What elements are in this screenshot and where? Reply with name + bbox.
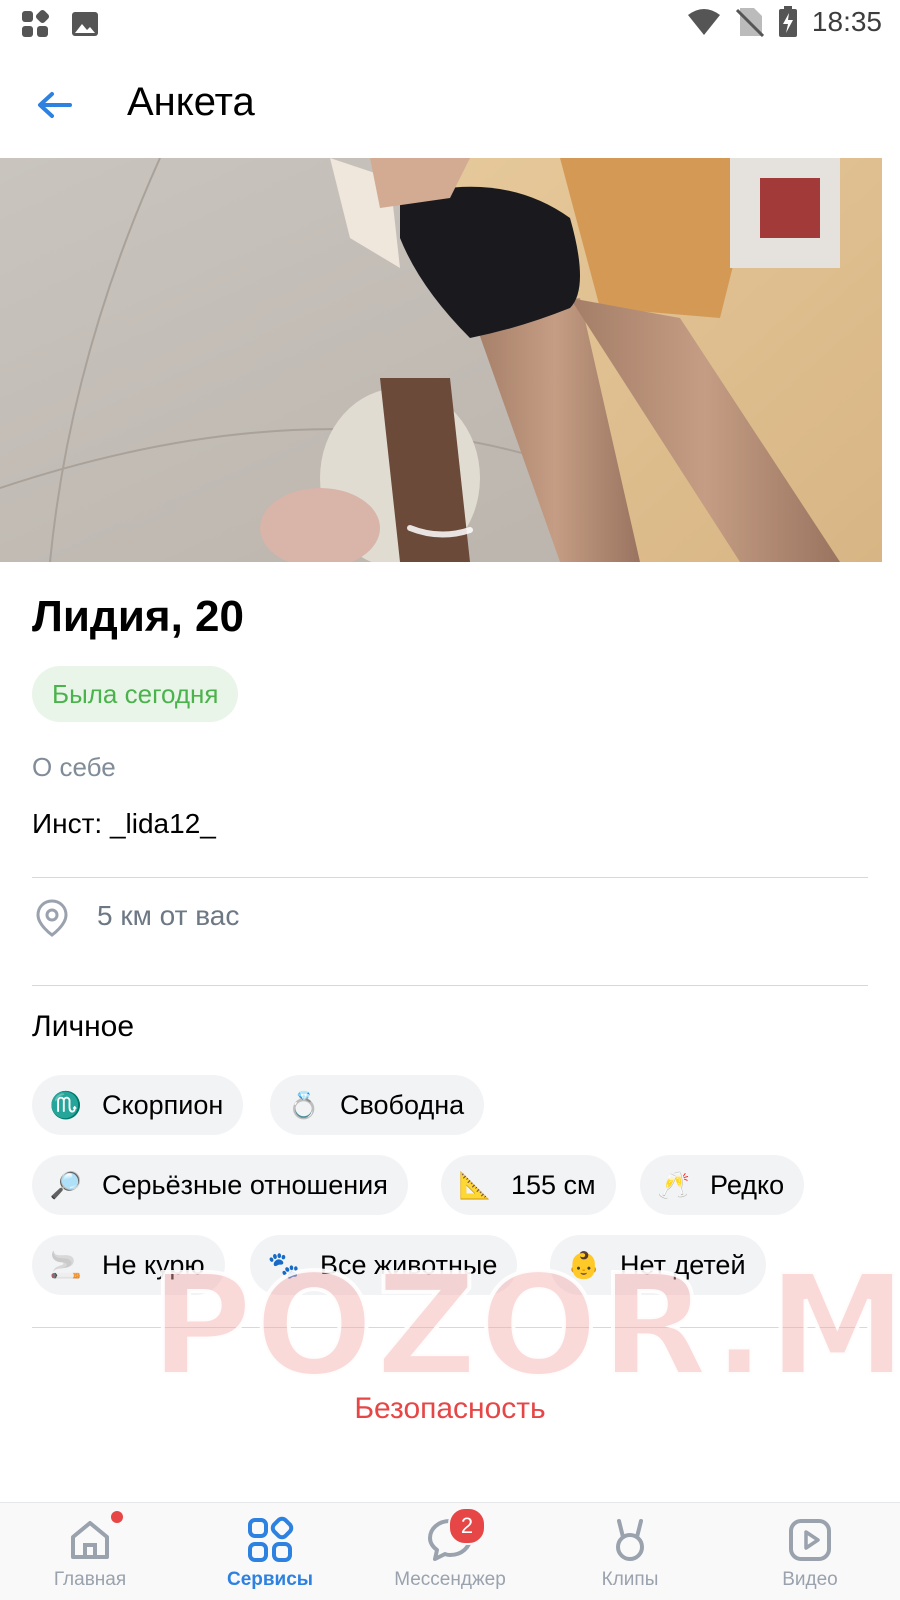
video-icon	[789, 1519, 831, 1561]
arrow-left-icon	[38, 92, 72, 118]
image-icon	[72, 12, 98, 36]
services-icon	[248, 1516, 294, 1562]
unread-badge: 2	[448, 1507, 486, 1545]
status-bar: 18:35	[0, 0, 900, 50]
divider	[32, 877, 868, 878]
safety-link[interactable]: Безопасность	[0, 1392, 900, 1426]
profile-screen: 18:35 Анкета Лидия, 20 Была сегодня О се…	[0, 0, 900, 1600]
tab-video[interactable]: Видео	[720, 1503, 900, 1600]
about-label: О себе	[32, 752, 116, 782]
profile-photo[interactable]	[0, 158, 882, 562]
scorpio-icon: ♏	[49, 1089, 83, 1120]
watermark: POZOR.ME	[148, 1243, 900, 1410]
tab-services[interactable]: Сервисы	[180, 1503, 360, 1600]
distance-text: 5 км от вас	[97, 900, 240, 931]
page-title: Анкета	[127, 80, 255, 124]
apps-icon	[22, 9, 50, 37]
clips-icon	[616, 1519, 644, 1561]
chip-alcohol: 🥂 Редко	[640, 1155, 805, 1215]
wifi-icon	[687, 9, 720, 35]
location-pin-icon	[36, 899, 68, 937]
status-time: 18:35	[811, 6, 882, 37]
last-seen-badge: Была сегодня	[32, 666, 239, 722]
tab-messenger[interactable]: 2 Мессенджер	[360, 1503, 540, 1600]
about-text: Инст: _lida12_	[32, 808, 216, 839]
section-title-personal: Личное	[32, 1010, 135, 1043]
bottom-tab-bar: Главная Сервисы 2 Мессенджер Клипы Видео	[0, 1502, 900, 1600]
cigarette-icon: 🚬	[49, 1249, 83, 1280]
battery-charging-icon	[778, 6, 797, 37]
chip-looking-for: 🔎 Серьёзные отношения	[32, 1155, 408, 1215]
chip-height: 📐 155 см	[441, 1155, 616, 1215]
home-icon	[71, 1521, 109, 1559]
ruler-icon: 📐	[458, 1169, 492, 1200]
glasses-icon: 🥂	[657, 1169, 691, 1200]
divider	[32, 985, 868, 986]
ring-icon: 💍	[287, 1089, 321, 1120]
profile-name-age: Лидия, 20	[32, 592, 244, 641]
no-sim-icon	[735, 8, 764, 38]
tab-home[interactable]: Главная	[0, 1503, 180, 1600]
back-button[interactable]	[30, 82, 80, 132]
notification-dot	[111, 1511, 123, 1523]
tab-clips[interactable]: Клипы	[540, 1503, 720, 1600]
chip-zodiac: ♏ Скорпион	[32, 1075, 244, 1135]
chip-relationship-status: 💍 Свободна	[270, 1075, 485, 1135]
magnifier-icon: 🔎	[49, 1169, 83, 1200]
header: Анкета	[0, 60, 900, 156]
